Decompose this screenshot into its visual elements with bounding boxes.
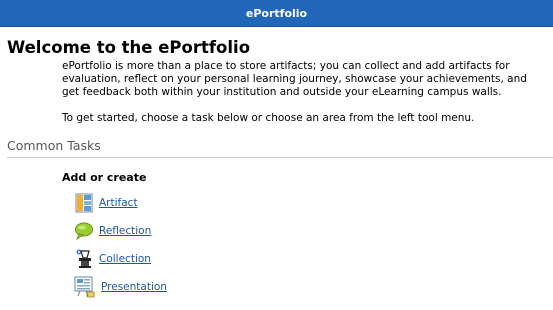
task-link-collection[interactable]: Collection [99,253,151,265]
task-link-reflection[interactable]: Reflection [99,225,151,237]
intro-line: evaluation, reflect on your personal lea… [62,73,527,85]
intro-line: ePortfolio is more than a place to store… [62,60,510,72]
page-title: Welcome to the ePortfolio [7,38,251,57]
common-tasks-heading: Common Tasks [7,137,553,158]
task-link-presentation[interactable]: Presentation [101,281,167,293]
task-presentation[interactable]: Presentation [74,276,167,298]
window-title: ePortfolio [245,6,308,20]
get-started-text: To get started, choose a task below or c… [62,112,475,124]
add-or-create-label: Add or create [62,171,147,184]
collection-icon [74,249,94,269]
window-titlebar: ePortfolio [0,0,553,27]
intro-paragraph: ePortfolio is more than a place to store… [62,60,553,99]
task-artifact[interactable]: Artifact [74,192,138,214]
intro-line: get feedback both within your institutio… [62,86,502,98]
reflection-icon [74,221,94,241]
task-collection[interactable]: Collection [74,248,151,270]
task-link-artifact[interactable]: Artifact [99,197,138,209]
artifact-icon [74,193,94,213]
presentation-icon [74,276,96,298]
task-reflection[interactable]: Reflection [74,220,151,242]
